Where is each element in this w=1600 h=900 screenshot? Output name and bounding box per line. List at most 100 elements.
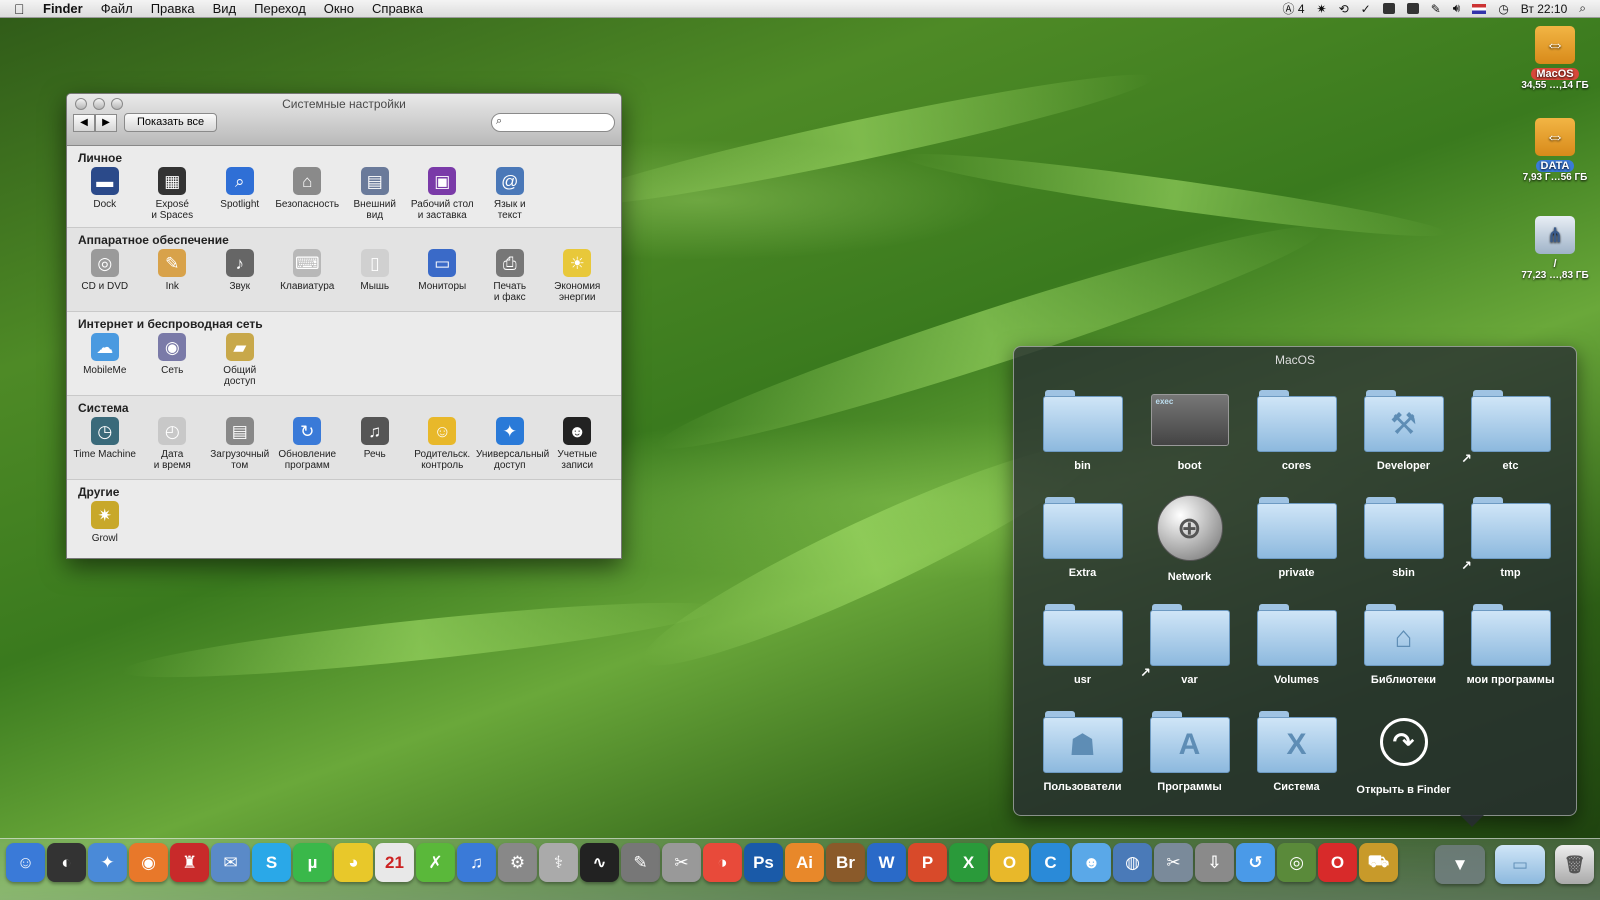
stack-item[interactable]: Extra <box>1029 491 1136 598</box>
dock-script-editor-icon[interactable]: ✎ <box>621 843 660 882</box>
pref-pane-displays[interactable]: ▭ Мониторы <box>409 247 477 303</box>
stack-item[interactable]: usr <box>1029 598 1136 705</box>
dock-app-red-icon[interactable]: ♜ <box>170 843 209 882</box>
script-menu-icon[interactable]: ✎ <box>1431 2 1441 16</box>
desktop-volume-data[interactable]: ⇔ DATA 7,93 Г…56 ГБ <box>1515 118 1595 183</box>
pref-pane-mouse[interactable]: ▯ Мышь <box>341 247 409 303</box>
dock-photoshop-icon[interactable]: Ps <box>744 843 783 882</box>
forward-button[interactable]: ▶ <box>95 114 117 132</box>
dock-mail-icon[interactable]: ✉ <box>211 843 250 882</box>
desktop-volume-macos[interactable]: ⇔ MacOS 34,55 …,14 ГБ <box>1515 26 1595 91</box>
menu-edit[interactable]: Правка <box>142 1 204 16</box>
show-all-button[interactable]: Показать все <box>124 113 218 132</box>
pref-pane-accounts[interactable]: ☻ Учетные записи <box>544 415 612 471</box>
stack-item[interactable]: A Программы <box>1136 705 1243 812</box>
stack-item[interactable]: мои программы <box>1457 598 1564 705</box>
dock-illustrator-icon[interactable]: Ai <box>785 843 824 882</box>
pref-pane-sharing[interactable]: ▰ Общий доступ <box>206 331 274 387</box>
pref-pane-parental[interactable]: ☺ Родительск. контроль <box>409 415 477 471</box>
dock-dashboard-icon[interactable]: ◐ <box>47 843 86 882</box>
pref-pane-sound[interactable]: ♪ Звук <box>206 247 274 303</box>
time-machine-menu-icon[interactable]: ◷ <box>1498 2 1508 16</box>
activity-status-icon[interactable]: Ⓐ 4 <box>1282 0 1304 17</box>
stack-item[interactable]: exec boot <box>1136 384 1243 491</box>
pref-pane-keyboard[interactable]: ⌨ Клавиатура <box>274 247 342 303</box>
dock-powerpoint-icon[interactable]: P <box>908 843 947 882</box>
dock-app-tools-icon[interactable]: ✂ <box>1154 843 1193 882</box>
stack-item[interactable]: ↗ etc <box>1457 384 1564 491</box>
stack-item[interactable]: cores <box>1243 384 1350 491</box>
pref-pane-startup[interactable]: ▤ Загрузочный том <box>206 415 274 471</box>
spotlight-menu-icon[interactable]: ⌕ <box>1579 1 1586 16</box>
dock-opera-icon[interactable]: O <box>1318 843 1357 882</box>
spaces-menu-icon[interactable] <box>1382 3 1395 14</box>
search-input[interactable]: ⌕ <box>491 113 615 132</box>
pref-pane-security[interactable]: ⌂ Безопасность <box>274 165 342 221</box>
pref-pane-speech[interactable]: ♫ Речь <box>341 415 409 471</box>
stack-item[interactable]: ↗ tmp <box>1457 491 1564 598</box>
desktop-volume-root[interactable]: ⋔ / 77,23 …,83 ГБ <box>1515 216 1595 281</box>
stack-item[interactable]: ↷ Открыть в Finder <box>1350 705 1457 812</box>
dock-app-people-icon[interactable]: ☻ <box>1072 843 1111 882</box>
dock-word-icon[interactable]: W <box>867 843 906 882</box>
dock-app-blue-icon[interactable]: ↺ <box>1236 843 1275 882</box>
dock-xcode-tool-icon[interactable]: ✗ <box>416 843 455 882</box>
pref-pane-energy[interactable]: ☀ Экономия энергии <box>544 247 612 303</box>
macos-folder-stack-icon[interactable]: ▭ <box>1495 845 1545 884</box>
pref-pane-desktop[interactable]: ▣ Рабочий стол и заставка <box>409 165 477 221</box>
dock-skype-icon[interactable]: S <box>252 843 291 882</box>
dock-firefox-icon[interactable]: ◉ <box>129 843 168 882</box>
pref-pane-language[interactable]: @ Язык и текст <box>476 165 544 221</box>
growl-menu-icon[interactable]: ✷ <box>1317 2 1327 16</box>
stack-item[interactable]: sbin <box>1350 491 1457 598</box>
apple-menu-icon[interactable]:  <box>14 1 34 17</box>
pref-pane-network[interactable]: ◉ Сеть <box>139 331 207 387</box>
dock-app-c-icon[interactable]: C <box>1031 843 1070 882</box>
dock-excel-icon[interactable]: X <box>949 843 988 882</box>
dock-app-green-icon[interactable]: ◎ <box>1277 843 1316 882</box>
stack-item[interactable]: ⊕ Network <box>1136 491 1243 598</box>
stack-item[interactable]: ↗ var <box>1136 598 1243 705</box>
dock-itunes-icon[interactable]: ♫ <box>457 843 496 882</box>
dock-downloads-app-icon[interactable]: ⇩ <box>1195 843 1234 882</box>
pref-pane-growl[interactable]: ✷ Growl <box>71 499 139 544</box>
pref-pane-dock[interactable]: ▬ Dock <box>71 165 139 221</box>
stack-item[interactable]: X Система <box>1243 705 1350 812</box>
pref-pane-cd[interactable]: ◎ CD и DVD <box>71 247 139 303</box>
dock-forklift-icon[interactable]: ⛟ <box>1359 843 1398 882</box>
display-menu-icon[interactable] <box>1406 3 1419 14</box>
dock-safari-icon[interactable]: ✦ <box>88 843 127 882</box>
dock-finder-icon[interactable]: ☺ <box>6 843 45 882</box>
flag-input-icon[interactable] <box>1472 3 1487 14</box>
dock-ical-icon[interactable]: 21 <box>375 843 414 882</box>
stack-item[interactable]: ☗ Пользователи <box>1029 705 1136 812</box>
stack-item[interactable]: ⚒ Developer <box>1350 384 1457 491</box>
menu-window[interactable]: Окно <box>315 1 363 16</box>
dock-activity-monitor-icon[interactable]: ∿ <box>580 843 619 882</box>
dock-adium-icon[interactable]: ◕ <box>334 843 373 882</box>
bluetooth-menu-icon[interactable]: ✓ <box>1361 2 1371 16</box>
pref-pane-accessibility[interactable]: ✦ Универсальный доступ <box>476 415 549 471</box>
pref-pane-appearance[interactable]: ▤ Внешний вид <box>341 165 409 221</box>
menu-view[interactable]: Вид <box>204 1 246 16</box>
back-button[interactable]: ◀ <box>73 114 95 132</box>
pref-pane-update[interactable]: ↻ Обновление программ <box>274 415 342 471</box>
stack-expand-icon[interactable]: ▼ <box>1435 845 1485 884</box>
menu-go[interactable]: Переход <box>245 1 315 16</box>
stack-item[interactable]: ⌂ Библиотеки <box>1350 598 1457 705</box>
pref-pane-ink[interactable]: ✎ Ink <box>139 247 207 303</box>
pref-pane-print[interactable]: ⎙ Печать и факс <box>476 247 544 303</box>
menu-app-name[interactable]: Finder <box>34 1 92 16</box>
volume-menu-icon[interactable]: 🔊︎ <box>1453 1 1461 16</box>
pref-pane-timemachine[interactable]: ◷ Time Machine <box>71 415 139 471</box>
dock-app-globe-icon[interactable]: ◍ <box>1113 843 1152 882</box>
dock-picasa-icon[interactable]: ◑ <box>703 843 742 882</box>
sync-menu-icon[interactable]: ⟲ <box>1339 2 1349 16</box>
menu-file[interactable]: Файл <box>92 1 142 16</box>
dock-bridge-icon[interactable]: Br <box>826 843 865 882</box>
menu-help[interactable]: Справка <box>363 1 432 16</box>
dock-app-o-icon[interactable]: O <box>990 843 1029 882</box>
menu-clock[interactable]: Вт 22:10 <box>1521 2 1567 16</box>
pref-pane-expose[interactable]: ▦ Exposé и Spaces <box>139 165 207 221</box>
stack-item[interactable]: bin <box>1029 384 1136 491</box>
